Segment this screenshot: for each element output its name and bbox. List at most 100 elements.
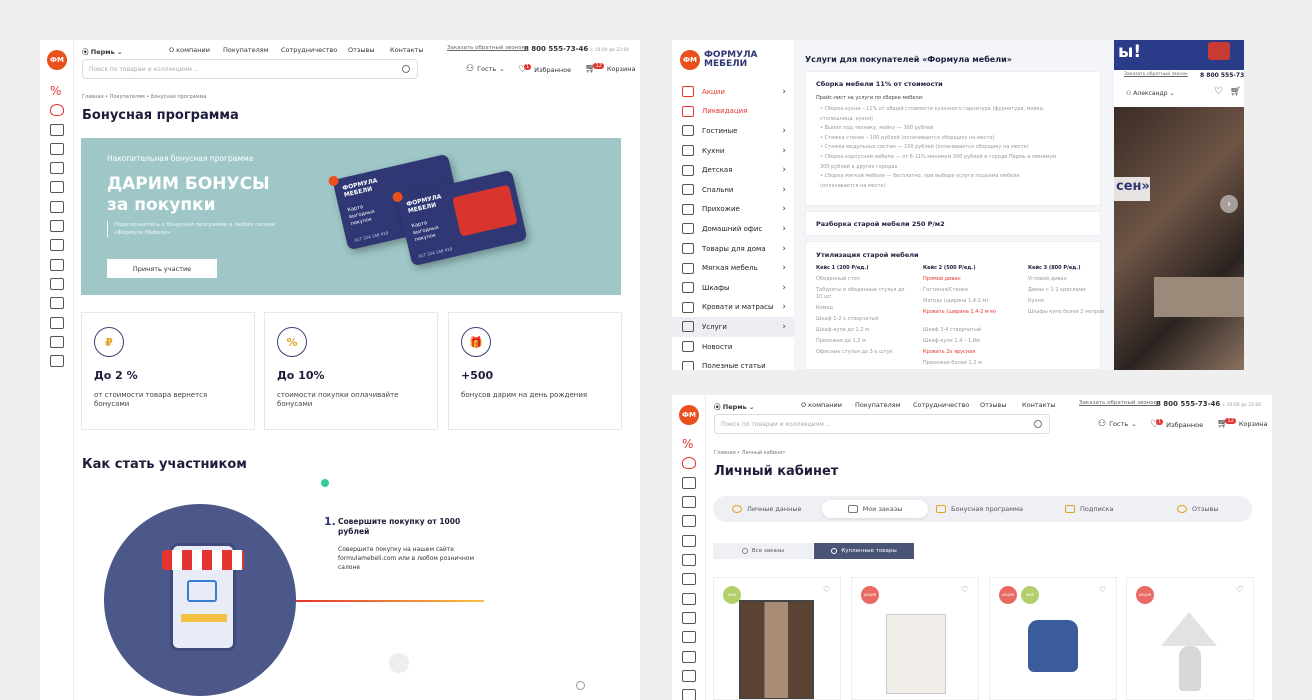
nav-reviews[interactable]: Отзывы [980,401,1006,409]
logo-icon[interactable]: ФМ [680,50,700,70]
search-icon[interactable] [402,65,410,73]
liquidation-icon[interactable] [682,457,696,469]
sidebar-item-11[interactable]: Кровати и матрасы › [672,298,794,318]
breadcrumb[interactable]: Главная • Личный кабинет [714,450,785,456]
bed-icon[interactable] [682,651,696,663]
tab-personal-data[interactable]: Личные данные [732,500,802,518]
sidebar-item-12[interactable]: Услуги › [672,317,794,337]
sidebar-item-5[interactable]: Спальни › [672,180,794,200]
product-card-dresser[interactable]: АКЦИЯ ♡ [851,577,979,700]
join-button[interactable]: Принять участие [107,259,217,278]
product-card-armchair[interactable]: АКЦИЯ NEW ♡ [989,577,1117,700]
sidebar-item-4[interactable]: Детская › [672,160,794,180]
cart-icon[interactable]: 🛒︎ [1230,87,1241,97]
sidebar-item-label: Услуги [702,322,727,331]
sidebar-item-14[interactable]: Полезные статьи [672,356,794,370]
living-room-icon[interactable] [682,477,696,489]
callback-link[interactable]: Заказать обратный звонок [447,45,525,51]
kitchen-icon[interactable] [50,143,64,155]
sofa-icon[interactable] [682,612,696,624]
sidebar-item-8[interactable]: Товары для дома › [672,239,794,259]
phone-number[interactable]: 8 800 555-73-46 с 10:00 до 22:00 [1156,400,1261,408]
phone-number[interactable]: 8 800 555-73-46 с 10:00 до 22:00 [524,45,629,53]
nav-reviews[interactable]: Отзывы [348,46,374,54]
tab-subscription[interactable]: Подписка [1065,500,1113,518]
nav-contacts[interactable]: Контакты [1022,401,1055,409]
liquidation-icon[interactable] [50,104,64,116]
bedroom-icon[interactable] [50,181,64,193]
guest-menu[interactable]: ⚇ Гость ⌄ [466,64,505,74]
product-card-wardrobe[interactable]: NEW ♡ [713,577,841,700]
sidebar-item-1[interactable]: Ликвидация [672,102,794,122]
next-arrow-icon[interactable]: › [1220,195,1238,213]
breadcrumb[interactable]: Главная • Покупателям • Бонусная програм… [82,94,206,100]
sidebar-item-0[interactable]: Акции › [672,82,794,102]
city-selector[interactable]: ⦿ Пермь ⌄ [714,401,754,411]
sofa-icon[interactable] [50,259,64,271]
articles-icon[interactable] [50,355,64,367]
search-input[interactable]: Поиск по товарам и коллекциям ... [714,414,1050,434]
home-goods-icon[interactable] [682,593,696,605]
page-title: Бонусная программа [82,108,239,123]
callback-link[interactable]: Заказать обратный звонок [1079,400,1157,406]
wardrobe-icon[interactable] [682,631,696,643]
sidebar-item-10[interactable]: Шкафы › [672,278,794,298]
user-menu[interactable]: ⚇ Александр ⌄ [1126,90,1174,97]
kids-icon[interactable] [50,162,64,174]
bed-icon[interactable] [50,297,64,309]
kitchen-icon[interactable] [682,496,696,508]
nav-contacts[interactable]: Контакты [390,46,423,54]
sidebar-item-2[interactable]: Гостиные › [672,121,794,141]
heart-icon[interactable]: ♡ [1214,86,1223,97]
search-icon[interactable] [1034,420,1042,428]
sidebar-item-9[interactable]: Мягкая мебель › [672,258,794,278]
tab-my-orders[interactable]: Мои заказы [822,500,928,518]
nav-about[interactable]: О компании [169,46,210,54]
heart-icon[interactable]: ♡ [961,586,970,594]
hallway-icon[interactable] [50,201,64,213]
nav-customers[interactable]: Покупателям [223,46,269,54]
hallway-icon[interactable] [682,554,696,566]
logo-text[interactable]: ФОРМУЛА МЕБЕЛИ [704,51,758,69]
logo-icon[interactable]: ФМ [679,405,699,425]
home-goods-icon[interactable] [50,239,64,251]
heart-icon[interactable]: ♡ [1099,586,1108,594]
toggle-all-orders[interactable]: Все заказы [713,543,813,559]
sale-icon[interactable]: % [50,84,61,98]
wardrobe-icon[interactable] [50,278,64,290]
sidebar-item-7[interactable]: Домашний офис › [672,219,794,239]
sidebar-item-3[interactable]: Кухни › [672,141,794,161]
nav-customers[interactable]: Покупателям [855,401,901,409]
nav-partnership[interactable]: Сотрудничество [281,46,337,54]
guest-menu[interactable]: ⚇ Гость ⌄ [1098,419,1137,429]
news-icon[interactable] [682,689,696,700]
logo-icon[interactable]: ФМ [47,50,67,70]
callback-link[interactable]: Заказать обратный звонок [1124,72,1188,77]
living-room-icon[interactable] [50,124,64,136]
heart-icon[interactable]: ♡ [823,586,832,594]
city-selector[interactable]: ⦿ Пермь ⌄ [82,46,122,56]
news-icon[interactable] [50,336,64,348]
office-icon[interactable] [50,220,64,232]
bedroom-icon[interactable] [682,535,696,547]
tab-reviews[interactable]: Отзывы [1177,500,1218,518]
favorites-link[interactable]: ♡ 1 Избранное [1150,418,1203,430]
sale-icon[interactable]: % [682,437,693,451]
sidebar-item-13[interactable]: Новости [672,337,794,357]
cart-link[interactable]: 🛒︎ 12 Корзина [585,63,635,74]
services-icon[interactable] [682,670,696,682]
nav-about[interactable]: О компании [801,401,842,409]
toggle-bought-items[interactable]: Купленные товары [814,543,914,559]
office-icon[interactable] [682,573,696,585]
tab-bonus-program[interactable]: Бонусная программа [936,500,1023,518]
sidebar-item-6[interactable]: Прихожие › [672,200,794,220]
kids-icon[interactable] [682,515,696,527]
search-input[interactable]: Поиск по товарам и коллекциям ... [82,59,418,79]
favorites-link[interactable]: ♡ 1 Избранное [518,63,571,75]
cart-link[interactable]: 🛒︎ 12 Корзина [1217,418,1267,429]
product-card-lamp[interactable]: АКЦИЯ ♡ [1126,577,1254,700]
services-icon[interactable] [50,317,64,329]
nav-partnership[interactable]: Сотрудничество [913,401,969,409]
phone-number[interactable]: 8 800 555-73-46 [1200,72,1244,79]
heart-icon[interactable]: ♡ [1236,586,1245,594]
